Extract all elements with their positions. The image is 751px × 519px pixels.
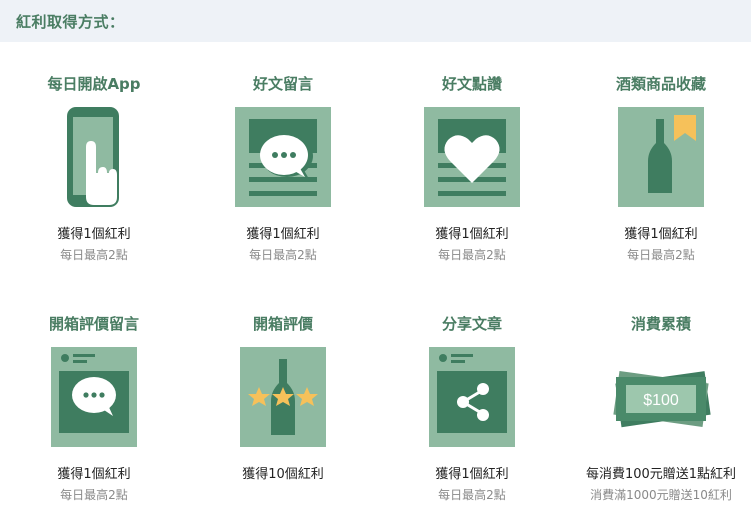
method-title: 每日開啟App — [47, 75, 141, 93]
share-icon — [378, 347, 566, 451]
reward-text: 獲得1個紅利 — [435, 467, 509, 482]
cash-icon: $100 — [567, 347, 751, 451]
limit-text: 每日最高2點 — [60, 248, 128, 262]
cash-amount-label: $100 — [643, 392, 679, 409]
limit-text: 每日最高2點 — [60, 488, 128, 502]
limit-text: 每日最高2點 — [249, 248, 317, 262]
bottle-bookmark-icon — [567, 107, 751, 211]
reward-text: 每消費100元贈送1點紅利 — [585, 467, 737, 482]
reward-text: 獲得1個紅利 — [57, 467, 131, 482]
limit-text: 每日最高2點 — [438, 488, 506, 502]
limit-text: 每日最高2點 — [438, 248, 506, 262]
section-header: 紅利取得方式： — [0, 0, 751, 42]
method-title: 開箱評價留言 — [48, 315, 139, 333]
article-heart-icon — [378, 107, 566, 211]
reward-text: 獲得1個紅利 — [246, 227, 320, 242]
phone-tap-icon — [0, 107, 188, 211]
method-title: 分享文章 — [441, 315, 502, 333]
review-comment-icon — [0, 347, 188, 451]
bottle-stars-icon — [189, 347, 377, 451]
reward-text: 獲得10個紅利 — [242, 467, 324, 482]
reward-text: 獲得1個紅利 — [624, 227, 698, 242]
method-title: 酒類商品收藏 — [615, 75, 706, 93]
method-title: 開箱評價 — [252, 315, 313, 333]
method-title: 好文點讚 — [441, 75, 502, 93]
reward-text: 獲得1個紅利 — [57, 227, 131, 242]
article-comment-icon — [189, 107, 377, 211]
limit-text: 消費滿1000元贈送10紅利 — [590, 488, 732, 502]
reward-text: 獲得1個紅利 — [435, 227, 509, 242]
section-title: 紅利取得方式： — [16, 13, 125, 31]
method-title: 好文留言 — [252, 75, 313, 93]
method-title: 消費累積 — [630, 315, 691, 333]
limit-text: 每日最高2點 — [627, 248, 695, 262]
